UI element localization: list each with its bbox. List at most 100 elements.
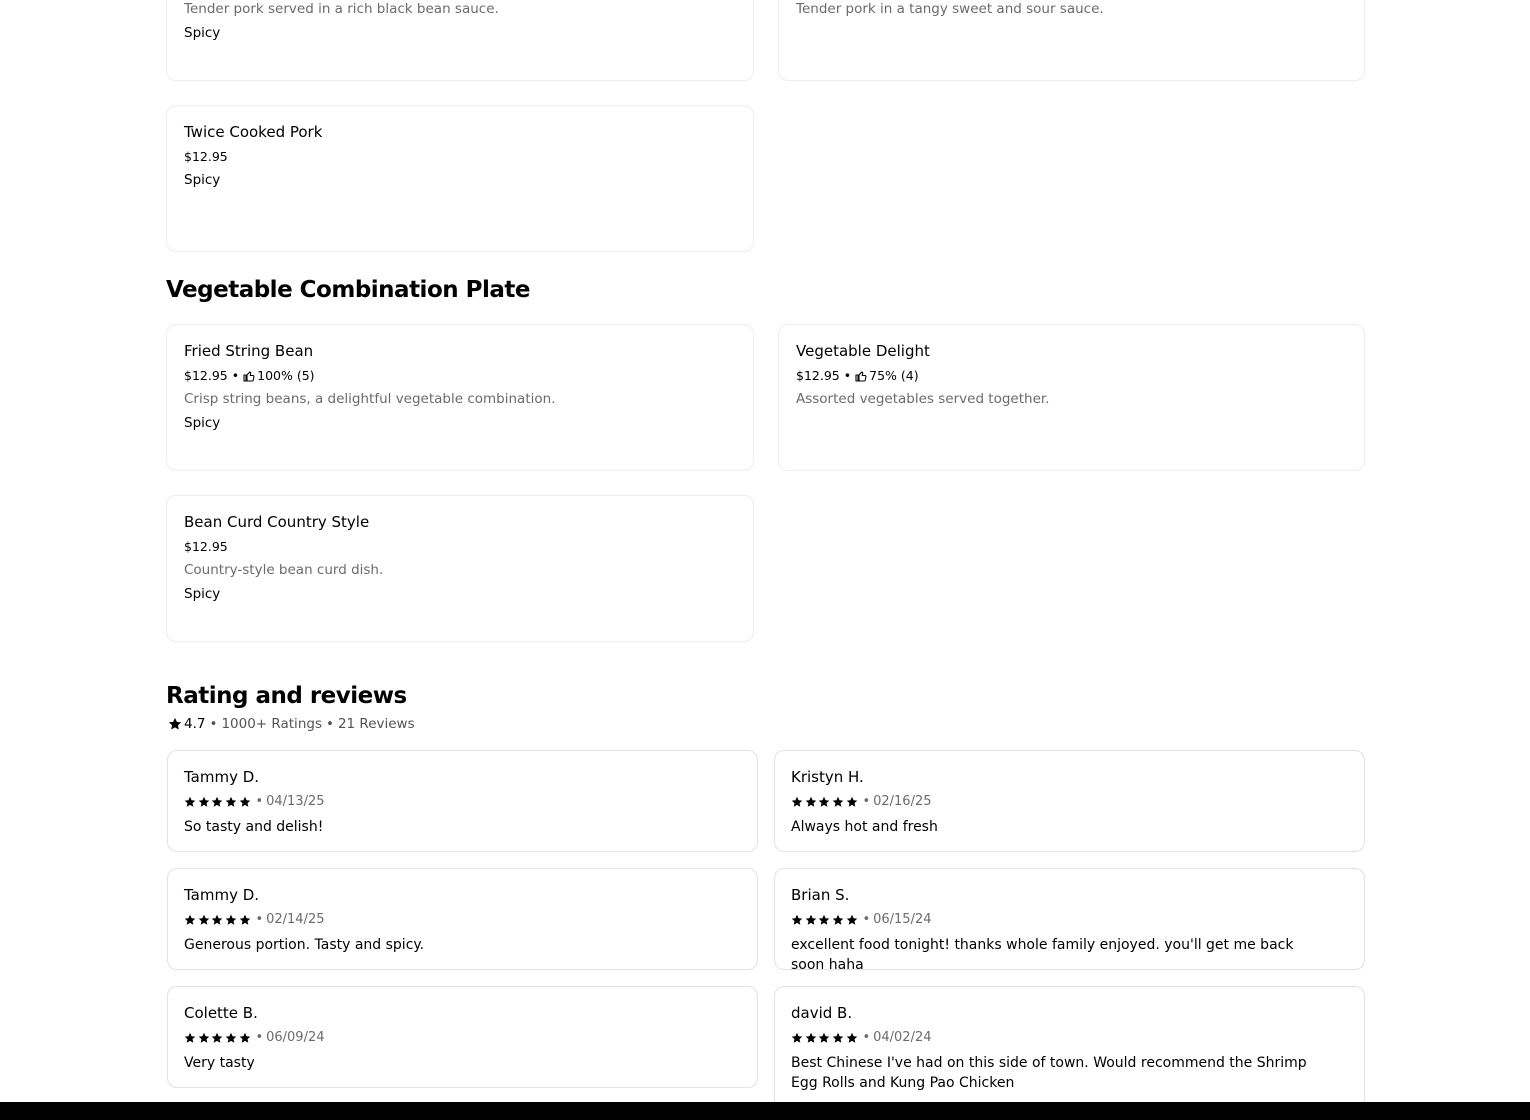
menu-item-price: $12.95 [796, 368, 840, 383]
star-icon [212, 914, 223, 925]
review-stars-date: • 06/15/24 [791, 912, 932, 927]
star-icon [819, 1032, 830, 1043]
menu-item-price: $12.95 [184, 368, 228, 383]
review-text: Best Chinese I've had on this side of to… [791, 1055, 1307, 1091]
review-card[interactable]: Kristyn H. • 02/16/25 Always hot and fresh [774, 750, 1365, 852]
reviewer-name: david B. [791, 1004, 853, 1022]
menu-item-card[interactable]: Bean Curd Country Style $12.95 Country-s… [166, 495, 754, 642]
menu-item-description: Assorted vegetables served together. [796, 391, 1050, 407]
separator: • [862, 912, 871, 927]
star-icon [832, 796, 844, 807]
menu-item-meta: $12.95 • 75% (4) [796, 368, 919, 383]
menu-item-tag: Spicy [184, 586, 221, 602]
reviewer-name: Brian S. [791, 886, 850, 904]
review-card[interactable]: Colette B. • 06/09/24 Very tasty [167, 986, 758, 1088]
rating-value: 4.7 [184, 716, 206, 732]
menu-item-meta: $12.95 • 100% (5) [184, 368, 315, 383]
star-icon [184, 1032, 196, 1043]
rating-summary: 4.7 • 1000+ Ratings • 21 Reviews [168, 716, 415, 732]
menu-item-card[interactable]: Vegetable Delight $12.95 • 75% (4) Assor… [778, 324, 1365, 471]
review-text: Very tasty [184, 1055, 255, 1071]
menu-item-card[interactable]: Tender pork in a tangy sweet and sour sa… [778, 0, 1365, 81]
separator: • [862, 1030, 871, 1045]
star-icon [239, 1032, 250, 1043]
reviewer-name: Colette B. [184, 1004, 258, 1022]
star-icon [184, 914, 196, 925]
review-date: 02/16/25 [873, 794, 932, 809]
reviews-section-title: Rating and reviews [166, 683, 407, 709]
reviewer-name: Tammy D. [184, 768, 260, 786]
star-icon [805, 1032, 816, 1043]
star-icon [805, 914, 816, 925]
review-text: So tasty and delish! [184, 819, 324, 835]
menu-item-description: Crisp string beans, a delightful vegetab… [184, 391, 556, 407]
separator: • [209, 716, 218, 732]
menu-item-card[interactable]: Tender pork served in a rich black bean … [166, 0, 754, 81]
review-date: 06/09/24 [266, 1030, 325, 1045]
reviews-count: 21 Reviews [337, 716, 415, 732]
star-icon [168, 717, 182, 730]
separator: • [325, 716, 334, 732]
section-title: Vegetable Combination Plate [166, 277, 530, 303]
reviewer-name: Tammy D. [184, 886, 260, 904]
star-icon [239, 914, 250, 925]
star-icon [225, 914, 237, 925]
menu-item-name: Fried String Bean [184, 342, 314, 360]
separator: • [862, 794, 871, 809]
separator: • [255, 1030, 264, 1045]
review-stars-date: • 04/13/25 [184, 794, 325, 809]
star-icon [198, 796, 209, 807]
review-stars-date: • 02/14/25 [184, 912, 325, 927]
separator: • [843, 368, 852, 383]
review-text: Always hot and fresh [791, 819, 938, 835]
menu-item-name: Bean Curd Country Style [184, 513, 370, 531]
bottom-bar [0, 1102, 1530, 1120]
thumbs-up-icon [855, 370, 867, 382]
star-icon [239, 796, 250, 807]
review-text: Generous portion. Tasty and spicy. [184, 937, 425, 953]
star-icon [832, 1032, 844, 1043]
review-card[interactable]: Brian S. • 06/15/24 excellent food tonight!… [774, 868, 1365, 973]
star-icon [198, 914, 209, 925]
star-icon [819, 914, 830, 925]
menu-item-tag: Spicy [184, 25, 221, 41]
review-date: 02/14/25 [266, 912, 325, 927]
review-card[interactable]: Tammy D. • 04/13/25 So tasty and delish! [167, 750, 758, 852]
menu-item-description: Country-style bean curd dish. [184, 562, 384, 578]
star-icon [819, 796, 830, 807]
menu-item-name: Vegetable Delight [796, 342, 930, 360]
star-icon [212, 1032, 223, 1043]
review-stars-date: • 04/02/24 [791, 1030, 932, 1045]
review-card[interactable]: david B. • 04/02/24 Best Chinese I've had o… [774, 986, 1365, 1110]
menu-item-card[interactable]: Twice Cooked Pork $12.95 Spicy [166, 105, 754, 252]
store-menu-page: Tender pork served in a rich black bean … [0, 0, 1530, 1120]
menu-item-card[interactable]: Fried String Bean $12.95 • 100% (5) Cris… [166, 324, 754, 471]
review-date: 04/13/25 [266, 794, 325, 809]
star-icon [805, 796, 816, 807]
star-icon [184, 796, 196, 807]
menu-item-price: $12.95 [184, 539, 228, 554]
menu-item-rating: 100% (5) [257, 368, 315, 383]
ratings-count: 1000+ Ratings [221, 716, 322, 732]
review-card[interactable]: Tammy D. • 02/14/25 Generous portion. Tasty… [167, 868, 758, 970]
reviewer-name: Kristyn H. [791, 768, 864, 786]
star-icon [846, 914, 857, 925]
thumbs-up-icon [243, 370, 255, 382]
separator: • [255, 794, 264, 809]
separator: • [231, 368, 240, 383]
review-text: excellent food tonight! thanks whole fam… [791, 937, 1294, 973]
star-icon [225, 796, 237, 807]
review-stars-date: • 06/09/24 [184, 1030, 325, 1045]
star-icon [791, 914, 803, 925]
review-date: 06/15/24 [873, 912, 932, 927]
star-icon [791, 1032, 803, 1043]
menu-item-rating: 75% (4) [869, 368, 919, 383]
menu-item-tag: Spicy [184, 415, 221, 431]
menu-item-price: $12.95 [184, 149, 228, 164]
star-icon [212, 796, 223, 807]
star-icon [225, 1032, 237, 1043]
review-date: 04/02/24 [873, 1030, 932, 1045]
review-stars-date: • 02/16/25 [791, 794, 932, 809]
separator: • [255, 912, 264, 927]
star-icon [832, 914, 844, 925]
